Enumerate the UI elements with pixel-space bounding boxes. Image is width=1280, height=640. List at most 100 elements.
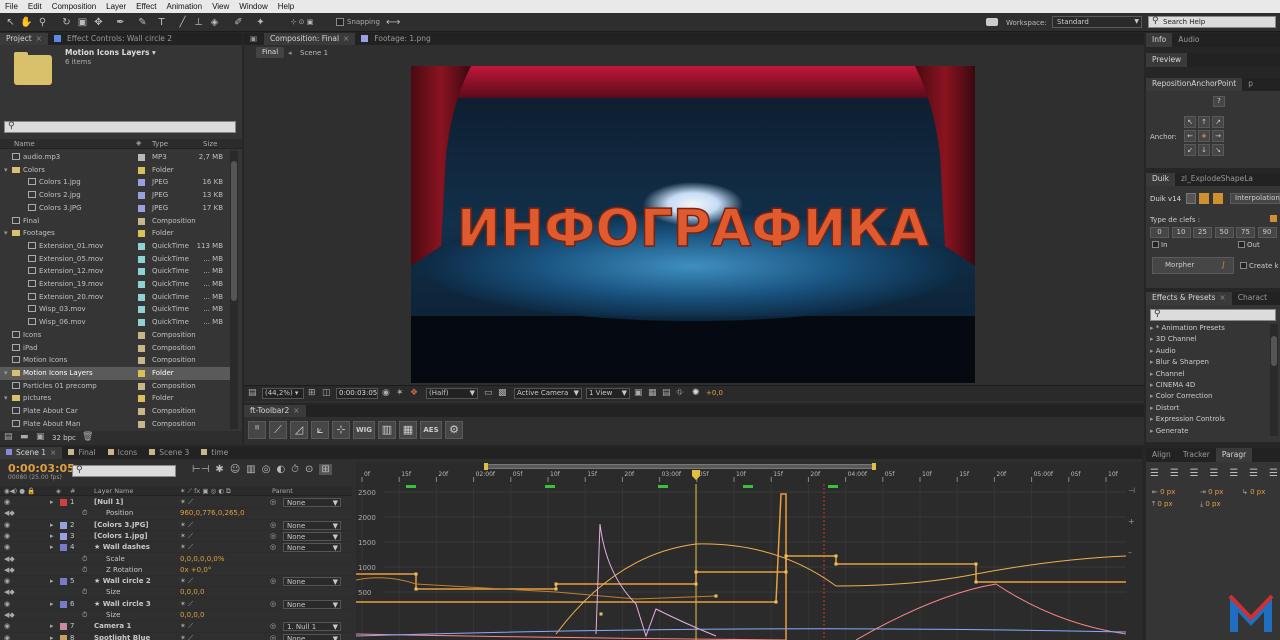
work-area-bar[interactable] <box>484 464 876 469</box>
label-color-swatch[interactable] <box>138 319 145 327</box>
camera-select[interactable]: Active Camera ▼ <box>514 388 582 399</box>
parent-select[interactable]: None ▼ <box>283 520 341 530</box>
ft-settings-gear-icon[interactable]: ⚙ <box>445 421 463 439</box>
layer-row[interactable]: ◉ ▸ 5 ★ Wall circle 2 ✶ ⟋ ◎ None ▼ <box>0 576 352 588</box>
new-composition-icon[interactable]: ▣ <box>36 432 45 442</box>
parent-select[interactable]: None ▼ <box>283 599 341 609</box>
effects-scrollbar[interactable] <box>1270 324 1278 436</box>
zoom-tool-icon[interactable]: ⚲ <box>36 16 49 29</box>
label-color-swatch[interactable] <box>138 382 145 390</box>
project-item[interactable]: ▾ Motion Icons Layers Folder <box>0 366 237 380</box>
clef-value-button[interactable]: 90 <box>1257 227 1277 238</box>
property-row[interactable]: ◀◆ ⏱ Scale 0,0,0,0,0,0% <box>0 554 352 565</box>
tab-info[interactable]: Info <box>1146 33 1173 47</box>
justify-all-icon[interactable]: ☰ <box>1269 468 1278 482</box>
project-item[interactable]: ▾ pictures Folder <box>0 392 237 405</box>
tab-tracker[interactable]: Tracker <box>1177 448 1216 462</box>
work-area-start[interactable] <box>484 463 488 470</box>
hand-tool-icon[interactable]: ✋ <box>20 16 33 29</box>
label-color-swatch[interactable] <box>138 344 145 352</box>
tab-duik[interactable]: Duik <box>1146 173 1175 186</box>
parent-select[interactable]: None ▼ <box>283 577 341 587</box>
ft-wig-button[interactable]: WIG <box>353 421 375 439</box>
parent-select[interactable]: None ▼ <box>283 543 341 553</box>
work-area-end[interactable] <box>872 463 876 470</box>
ft-center-icon[interactable]: ⊹ <box>332 421 350 439</box>
ft-ease-icon[interactable]: ᐦ <box>248 421 266 439</box>
property-row[interactable]: ◀◆ ⏱ Z Rotation 0x +0,0° <box>0 565 352 577</box>
always-preview-icon[interactable]: ▤ <box>248 388 257 398</box>
flowchart-icon[interactable]: ⛗ <box>676 388 683 398</box>
layer-name[interactable]: ★ Wall circle 2 <box>94 576 176 587</box>
project-item[interactable]: Particles 01 precomp Composition <box>0 380 237 393</box>
parent-pickwhip-icon[interactable]: ◎ <box>270 621 276 632</box>
project-item[interactable]: Wisp_06.mov QuickTime ... MB <box>0 316 237 329</box>
align-left-icon[interactable]: ☰ <box>1150 468 1159 482</box>
graph-zoom-in-icon[interactable]: + <box>1128 517 1138 526</box>
ft-calculator-icon[interactable]: ▦ <box>399 421 417 439</box>
graph-clock-icon[interactable]: ⏱ <box>291 464 299 475</box>
layer-name[interactable]: Camera 1 <box>94 621 176 632</box>
visibility-eye-icon[interactable]: ◉ <box>4 621 10 632</box>
camera-tool-icon[interactable]: ▣ <box>76 16 89 29</box>
region-of-interest-icon[interactable]: ▭ <box>484 388 493 398</box>
eraser-tool-icon[interactable]: ◈ <box>208 16 221 29</box>
search-help-input[interactable]: Search Help <box>1148 16 1276 28</box>
layer-row[interactable]: ◉ ▸ 2 [Colors 3.JPG] ✶ ⟋ ◎ None ▼ <box>0 520 352 531</box>
layer-label-swatch[interactable] <box>60 600 67 608</box>
timeline-tab[interactable]: Final <box>62 447 101 459</box>
project-item[interactable]: ▾ Footages Folder <box>0 227 237 240</box>
visibility-eye-icon[interactable]: ◉ <box>4 531 10 542</box>
space-before-value[interactable]: ⤒ 0 px <box>1152 500 1173 509</box>
project-item[interactable]: Colors 1.jpg JPEG 16 KB <box>0 176 237 189</box>
channel-icon[interactable]: ❖ <box>410 388 418 398</box>
anchor-position-button[interactable]: ↖ <box>1184 116 1196 128</box>
expand-arrow-icon[interactable]: ▾ <box>4 367 12 380</box>
layer-switches-icons[interactable]: ✶ ⟋ <box>180 520 193 531</box>
graph-curves[interactable]: 2500 2000 1500 1000 500 <box>356 484 1126 640</box>
project-item[interactable]: Wisp_03.mov QuickTime ... MB <box>0 303 237 316</box>
anchor-position-button[interactable]: + <box>1198 130 1210 142</box>
project-item[interactable]: Final Composition <box>0 215 237 228</box>
auto-keyframe-icon[interactable]: ⊙ <box>305 464 313 475</box>
menu-window[interactable]: Window <box>234 0 272 13</box>
label-color-swatch[interactable] <box>138 179 145 187</box>
exposure-icon[interactable]: ✺ <box>692 388 700 398</box>
twirl-arrow-icon[interactable]: ▸ <box>50 497 54 508</box>
keyframe-nav-icon[interactable]: ◀◆ <box>4 508 15 519</box>
project-item[interactable]: Extension_19.mov QuickTime ... MB <box>0 278 237 291</box>
parent-select[interactable]: None ▼ <box>283 633 341 640</box>
breadcrumb-scene1[interactable]: Scene 1 <box>300 49 328 57</box>
effects-category[interactable]: ▸ Channel <box>1150 370 1185 378</box>
visibility-eye-icon[interactable]: ◉ <box>4 633 10 640</box>
effects-search-input[interactable] <box>1150 309 1276 321</box>
workspace-select[interactable]: Standard ▼ <box>1052 16 1142 28</box>
project-item[interactable]: Colors 2.jpg JPEG 13 KB <box>0 189 237 202</box>
duik-lock-icon[interactable] <box>1199 193 1209 204</box>
motion-blur-icon[interactable]: ◎ <box>262 464 271 475</box>
property-row[interactable]: ◀◆ ⏱ Size 0,0,0,0 <box>0 610 352 622</box>
expand-arrow-icon[interactable]: ▾ <box>4 164 12 177</box>
project-item[interactable]: Motion Icons Composition <box>0 354 237 367</box>
layer-row[interactable]: ◉ ▸ 3 [Colors 1.jpg] ✶ ⟋ ◎ None ▼ <box>0 531 352 543</box>
menu-layer[interactable]: Layer <box>101 0 131 13</box>
exposure-value[interactable]: +0,0 <box>706 389 723 397</box>
clef-value-button[interactable]: 25 <box>1193 227 1212 238</box>
effects-category[interactable]: ▸ CINEMA 4D <box>1150 381 1195 389</box>
graph-editor-icon[interactable]: ⊞ <box>319 464 332 475</box>
menu-file[interactable]: File <box>0 0 23 13</box>
menu-view[interactable]: View <box>207 0 234 13</box>
menu-help[interactable]: Help <box>273 0 299 13</box>
layer-row[interactable]: ◉ ▸ 7 Camera 1 ✶ ⟋ ◎ 1. Null 1 ▼ <box>0 621 352 633</box>
justify-left-icon[interactable]: ☰ <box>1209 468 1218 482</box>
graph-editor[interactable]: 0f 15f 20f 02:00f 05f 10f 15f 20f 03:00f 05f 10f 15… <box>356 462 1142 640</box>
label-color-swatch[interactable] <box>138 420 145 428</box>
parent-select[interactable]: 1. Null 1 ▼ <box>283 622 341 632</box>
keyframe-nav-icon[interactable]: ◀◆ <box>4 554 15 565</box>
label-color-swatch[interactable] <box>138 154 145 161</box>
label-color-swatch[interactable] <box>138 192 145 200</box>
tab-effect-controls[interactable]: Effect Controls: Wall circle 2 <box>48 33 178 45</box>
timeline-tab[interactable]: Icons <box>102 447 144 459</box>
property-value[interactable]: 0,0,0,0 <box>180 610 205 621</box>
viewer-lock-icon[interactable]: ▣ <box>244 33 264 45</box>
